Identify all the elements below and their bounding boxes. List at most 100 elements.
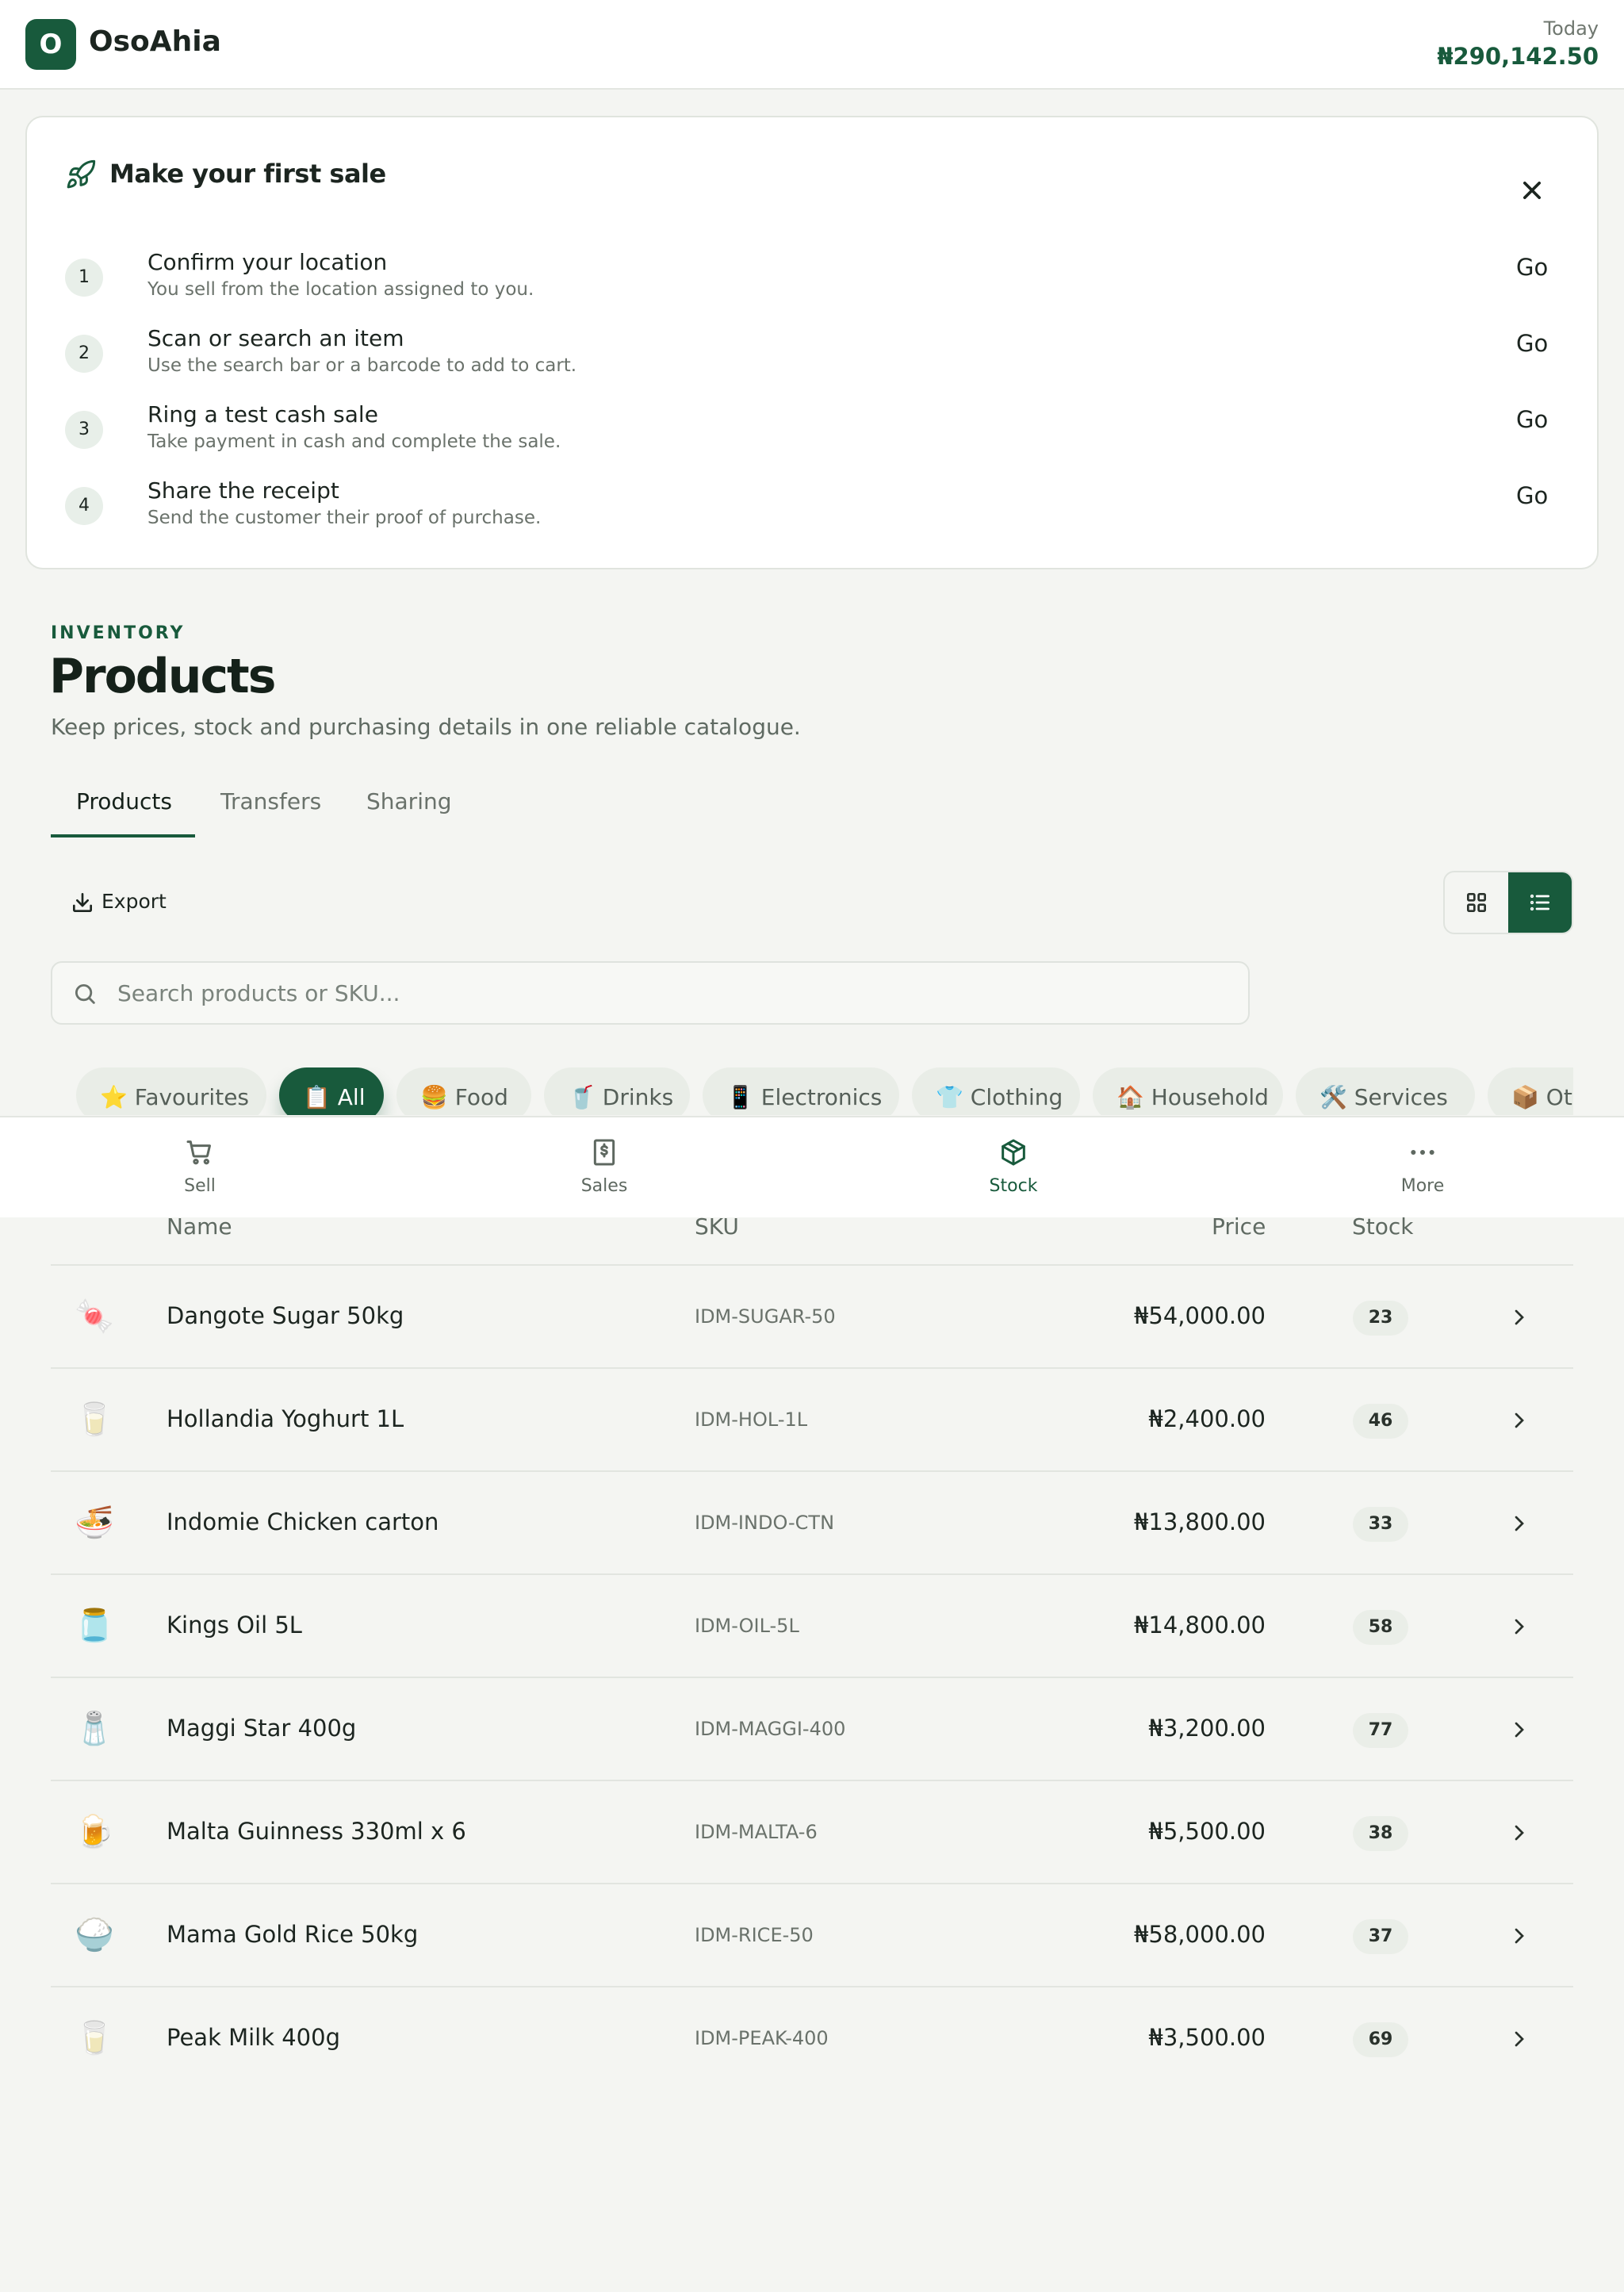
brand-name[interactable]: OsoAhia <box>89 25 221 58</box>
list-view-button[interactable] <box>1508 872 1572 933</box>
nav-more[interactable]: More <box>1359 1136 1486 1208</box>
chevron-right-icon[interactable] <box>1507 1717 1532 1742</box>
step-go-button[interactable]: Go <box>1516 330 1548 357</box>
chip-label: Food <box>454 1084 508 1110</box>
product-sku: IDM-INDO-CTN <box>695 1512 835 1534</box>
step-title: Ring a test cash sale <box>147 401 378 427</box>
house-icon: 🏠 <box>1116 1084 1144 1110</box>
product-sku: IDM-OIL-5L <box>695 1615 799 1637</box>
category-chip-favourites[interactable]: ⭐ Favourites <box>76 1067 266 1115</box>
stock-badge: 77 <box>1353 1713 1408 1748</box>
product-sku: IDM-RICE-50 <box>695 1924 814 1946</box>
chevron-right-icon[interactable] <box>1507 1923 1532 1949</box>
chip-label: Favourites <box>134 1084 250 1110</box>
tab-transfers[interactable]: Transfers <box>220 788 321 814</box>
nav-stock[interactable]: Stock <box>950 1136 1077 1208</box>
product-price: ₦13,800.00 <box>1133 1508 1266 1535</box>
product-thumbnail: 🥛 <box>75 2020 114 2056</box>
category-chip-drinks[interactable]: 🥤 Drinks <box>544 1067 690 1115</box>
rocket-icon <box>67 159 96 189</box>
step-title: Share the receipt <box>147 477 339 504</box>
product-price: ₦14,800.00 <box>1133 1612 1266 1639</box>
page-eyebrow: INVENTORY <box>51 623 186 643</box>
table-row[interactable]: 🫙 Kings Oil 5L IDM-OIL-5L ₦14,800.00 58 <box>51 1573 1573 1677</box>
step-number: 3 <box>65 411 103 449</box>
product-price: ₦54,000.00 <box>1133 1302 1266 1329</box>
chevron-right-icon[interactable] <box>1507 1614 1532 1639</box>
box-icon <box>1002 1139 1025 1166</box>
product-thumbnail: 🧂 <box>75 1711 114 1747</box>
search-icon <box>75 983 95 1004</box>
product-price: ₦3,200.00 <box>1148 1715 1266 1742</box>
nav-sell[interactable]: Sell <box>136 1136 263 1208</box>
grid-view-button[interactable] <box>1445 872 1508 933</box>
table-row[interactable]: 🍺 Malta Guinness 330ml x 6 IDM-MALTA-6 ₦… <box>51 1780 1573 1883</box>
product-sku: IDM-SUGAR-50 <box>695 1305 836 1328</box>
chevron-right-icon[interactable] <box>1507 1511 1532 1536</box>
table-row[interactable]: 🍜 Indomie Chicken carton IDM-INDO-CTN ₦1… <box>51 1470 1573 1573</box>
product-price: ₦5,500.00 <box>1148 1818 1266 1845</box>
table-row[interactable]: 🧂 Maggi Star 400g IDM-MAGGI-400 ₦3,200.0… <box>51 1677 1573 1780</box>
cart-icon <box>186 1140 211 1165</box>
product-price: ₦3,500.00 <box>1148 2024 1266 2051</box>
step-go-button[interactable]: Go <box>1516 254 1548 281</box>
onboarding-step: 3 Ring a test cash sale Take payment in … <box>65 401 1572 465</box>
step-go-button[interactable]: Go <box>1516 482 1548 509</box>
close-icon[interactable] <box>1515 173 1549 208</box>
stock-badge: 69 <box>1353 2022 1408 2057</box>
tab-products[interactable]: Products <box>76 788 172 814</box>
view-toggle <box>1443 871 1573 934</box>
product-thumbnail: 🍜 <box>75 1504 114 1541</box>
category-chip-clothing[interactable]: 👕 Clothing <box>912 1067 1080 1115</box>
category-filter-row: ⭐ Favourites 📋 All 🍔 Food 🥤 Drinks 📱 Ele… <box>51 1067 1573 1115</box>
category-chip-electronics[interactable]: 📱 Electronics <box>703 1067 899 1115</box>
brand-logo[interactable]: O <box>25 19 76 70</box>
table-row[interactable]: 🍚 Mama Gold Rice 50kg IDM-RICE-50 ₦58,00… <box>51 1883 1573 1986</box>
onboarding-step: 4 Share the receipt Send the customer th… <box>65 477 1572 541</box>
product-name: Hollandia Yoghurt 1L <box>167 1405 404 1432</box>
category-chip-services[interactable]: 🛠️ Services <box>1296 1067 1475 1115</box>
table-row[interactable]: 🍬 Dangote Sugar 50kg IDM-SUGAR-50 ₦54,00… <box>51 1264 1573 1367</box>
chevron-right-icon[interactable] <box>1507 1305 1532 1330</box>
chevron-right-icon[interactable] <box>1507 2026 1532 2052</box>
chip-label: Drinks <box>602 1084 674 1110</box>
chip-label: Clothing <box>970 1084 1063 1110</box>
product-thumbnail: 🍺 <box>75 1814 114 1850</box>
product-name: Indomie Chicken carton <box>167 1508 439 1535</box>
tab-sharing[interactable]: Sharing <box>366 788 452 814</box>
more-icon <box>1411 1150 1434 1155</box>
product-name: Dangote Sugar 50kg <box>167 1302 404 1329</box>
chevron-right-icon[interactable] <box>1507 1820 1532 1845</box>
chevron-right-icon[interactable] <box>1507 1408 1532 1433</box>
list-icon <box>1530 894 1549 911</box>
table-row[interactable]: 🥛 Hollandia Yoghurt 1L IDM-HOL-1L ₦2,400… <box>51 1367 1573 1470</box>
product-name: Kings Oil 5L <box>167 1612 302 1639</box>
stock-badge: 37 <box>1353 1919 1408 1954</box>
nav-sales[interactable]: Sales <box>541 1136 668 1208</box>
category-chip-other[interactable]: 📦 Oth <box>1488 1067 1573 1115</box>
category-chip-household[interactable]: 🏠 Household <box>1093 1067 1283 1115</box>
product-thumbnail: 🍚 <box>75 1917 114 1953</box>
burger-icon: 🍔 <box>420 1084 448 1110</box>
product-thumbnail: 🍬 <box>75 1298 114 1335</box>
category-chip-food[interactable]: 🍔 Food <box>396 1067 531 1115</box>
category-chip-all[interactable]: 📋 All <box>279 1067 384 1115</box>
product-name: Peak Milk 400g <box>167 2024 340 2051</box>
chip-label: Electronics <box>760 1084 883 1110</box>
step-go-button[interactable]: Go <box>1516 406 1548 433</box>
stock-badge: 58 <box>1353 1610 1408 1645</box>
table-row[interactable]: 🥛 Peak Milk 400g IDM-PEAK-400 ₦3,500.00 … <box>51 1986 1573 2089</box>
step-description: Send the customer their proof of purchas… <box>147 508 542 528</box>
chip-label: Services <box>1354 1084 1448 1110</box>
nav-label: Stock <box>989 1176 1038 1196</box>
clipboard-icon: 📋 <box>303 1084 331 1110</box>
stock-badge: 38 <box>1353 1816 1408 1851</box>
chip-label: Household <box>1151 1084 1269 1110</box>
search-placeholder: Search products or SKU... <box>117 980 400 1006</box>
search-input[interactable]: Search products or SKU... <box>51 961 1250 1025</box>
product-thumbnail: 🫙 <box>75 1608 114 1644</box>
bottom-navigation: Sell Sales Stock More <box>0 1116 1624 1217</box>
download-icon <box>73 893 92 912</box>
nav-label: Sell <box>184 1176 216 1196</box>
shirt-icon: 👕 <box>936 1084 963 1110</box>
